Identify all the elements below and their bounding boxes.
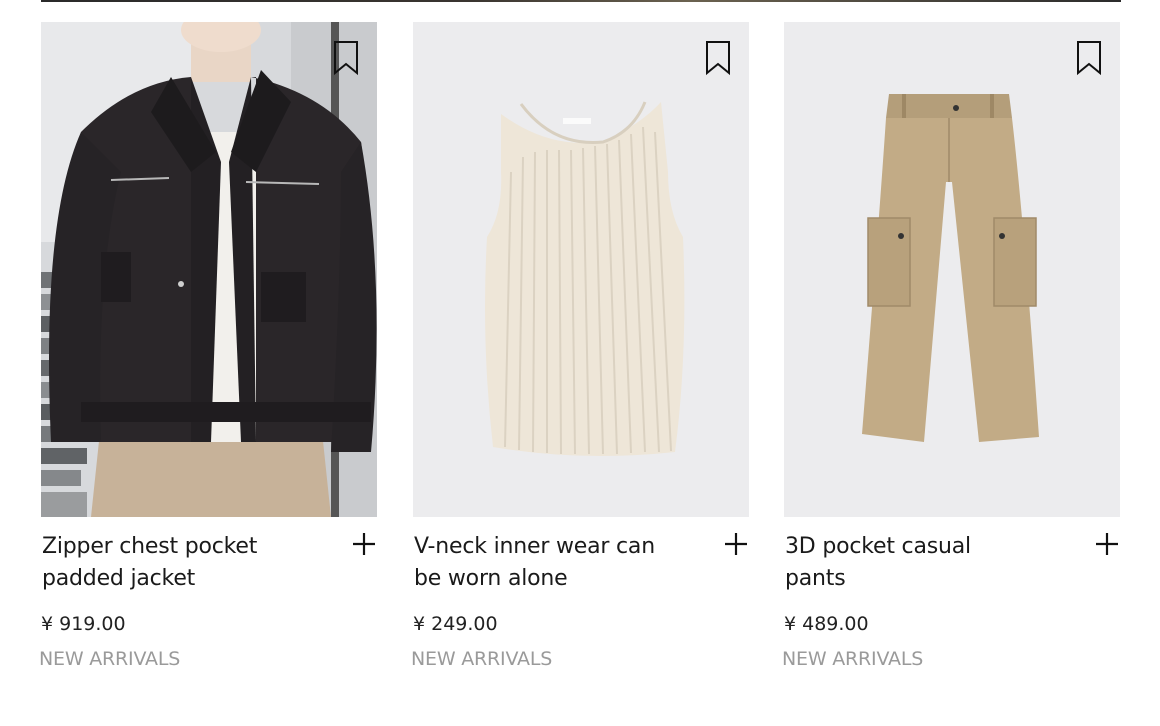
- product-image[interactable]: [413, 22, 749, 517]
- bookmark-icon: [1077, 41, 1101, 76]
- product-card[interactable]: V-neck inner wear can be worn alone ¥ 24…: [411, 22, 749, 671]
- jacket-photo: [41, 22, 377, 517]
- product-price: ¥ 249.00: [413, 613, 498, 635]
- product-tag: NEW ARRIVALS: [39, 648, 181, 670]
- plus-icon: [1096, 533, 1118, 555]
- bookmark-icon: [334, 41, 358, 76]
- product-tag: NEW ARRIVALS: [782, 648, 924, 670]
- tank-top-photo: [413, 22, 749, 517]
- bookmark-button[interactable]: [705, 40, 731, 76]
- product-title[interactable]: 3D pocket casual pants: [784, 531, 1035, 595]
- product-card[interactable]: Zipper chest pocket padded jacket ¥ 919.…: [39, 22, 377, 671]
- plus-icon: [725, 533, 747, 555]
- product-tag: NEW ARRIVALS: [411, 648, 553, 670]
- product-image[interactable]: [41, 22, 377, 517]
- product-price: ¥ 919.00: [41, 613, 126, 635]
- product-card[interactable]: 3D pocket casual pants ¥ 489.00 NEW ARRI…: [782, 22, 1120, 671]
- product-title[interactable]: Zipper chest pocket padded jacket: [41, 531, 292, 595]
- plus-icon: [353, 533, 375, 555]
- bookmark-button[interactable]: [1076, 40, 1102, 76]
- product-price: ¥ 489.00: [784, 613, 869, 635]
- product-title[interactable]: V-neck inner wear can be worn alone: [413, 531, 664, 595]
- pants-photo: [784, 22, 1120, 517]
- bookmark-icon: [706, 41, 730, 76]
- add-to-cart-button[interactable]: [723, 531, 749, 557]
- add-to-cart-button[interactable]: [1094, 531, 1120, 557]
- add-to-cart-button[interactable]: [351, 531, 377, 557]
- product-image[interactable]: [784, 22, 1120, 517]
- bookmark-button[interactable]: [333, 40, 359, 76]
- top-image-strip: [41, 0, 1121, 2]
